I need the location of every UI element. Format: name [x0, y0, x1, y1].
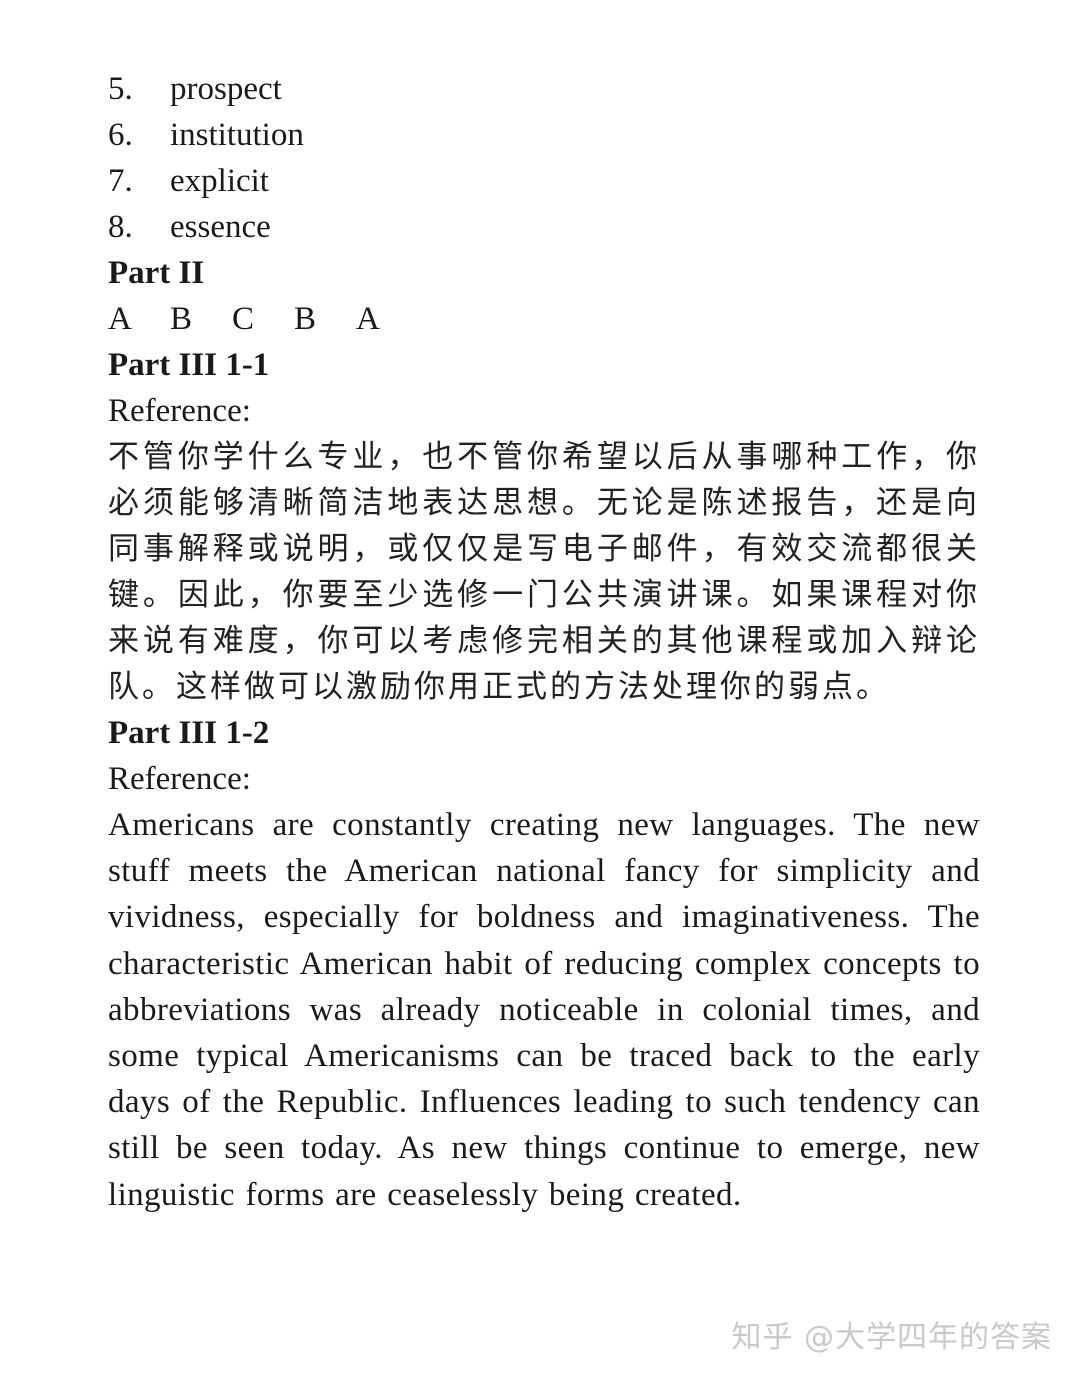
item-number: 7. [108, 163, 133, 199]
item-word: prospect [170, 71, 282, 107]
item-word: institution [170, 117, 304, 153]
part3-1-heading: Part III 1-1 [108, 347, 270, 383]
reference-label: Reference: [108, 393, 251, 429]
part2-answers: A B C B A [108, 296, 980, 342]
answer: A [108, 301, 132, 337]
vocab-item: 8. essence [108, 204, 980, 250]
item-number: 5. [108, 71, 133, 107]
answer: B [294, 301, 317, 337]
answer: B [170, 301, 193, 337]
chinese-reference-paragraph: 不管你学什么专业，也不管你希望以后从事哪种工作，你必须能够清晰简洁地表达思想。无… [108, 439, 980, 705]
answer: A [356, 301, 380, 337]
document-page: 5. prospect 6. institution 7. explicit 8… [108, 66, 980, 1218]
part2-heading: Part II [108, 255, 205, 291]
item-number: 6. [108, 117, 133, 153]
part3-2-heading: Part III 1-2 [108, 715, 270, 751]
watermark: 知乎 @大学四年的答案 [731, 1320, 1052, 1355]
item-word: essence [170, 209, 271, 245]
item-number: 8. [108, 209, 133, 245]
item-word: explicit [170, 163, 269, 199]
vocab-item: 5. prospect [108, 66, 980, 112]
vocab-item: 6. institution [108, 112, 980, 158]
english-reference-paragraph: Americans are constantly creating new la… [108, 807, 980, 1213]
answer: C [232, 301, 255, 337]
reference-label: Reference: [108, 761, 251, 797]
vocab-item: 7. explicit [108, 158, 980, 204]
